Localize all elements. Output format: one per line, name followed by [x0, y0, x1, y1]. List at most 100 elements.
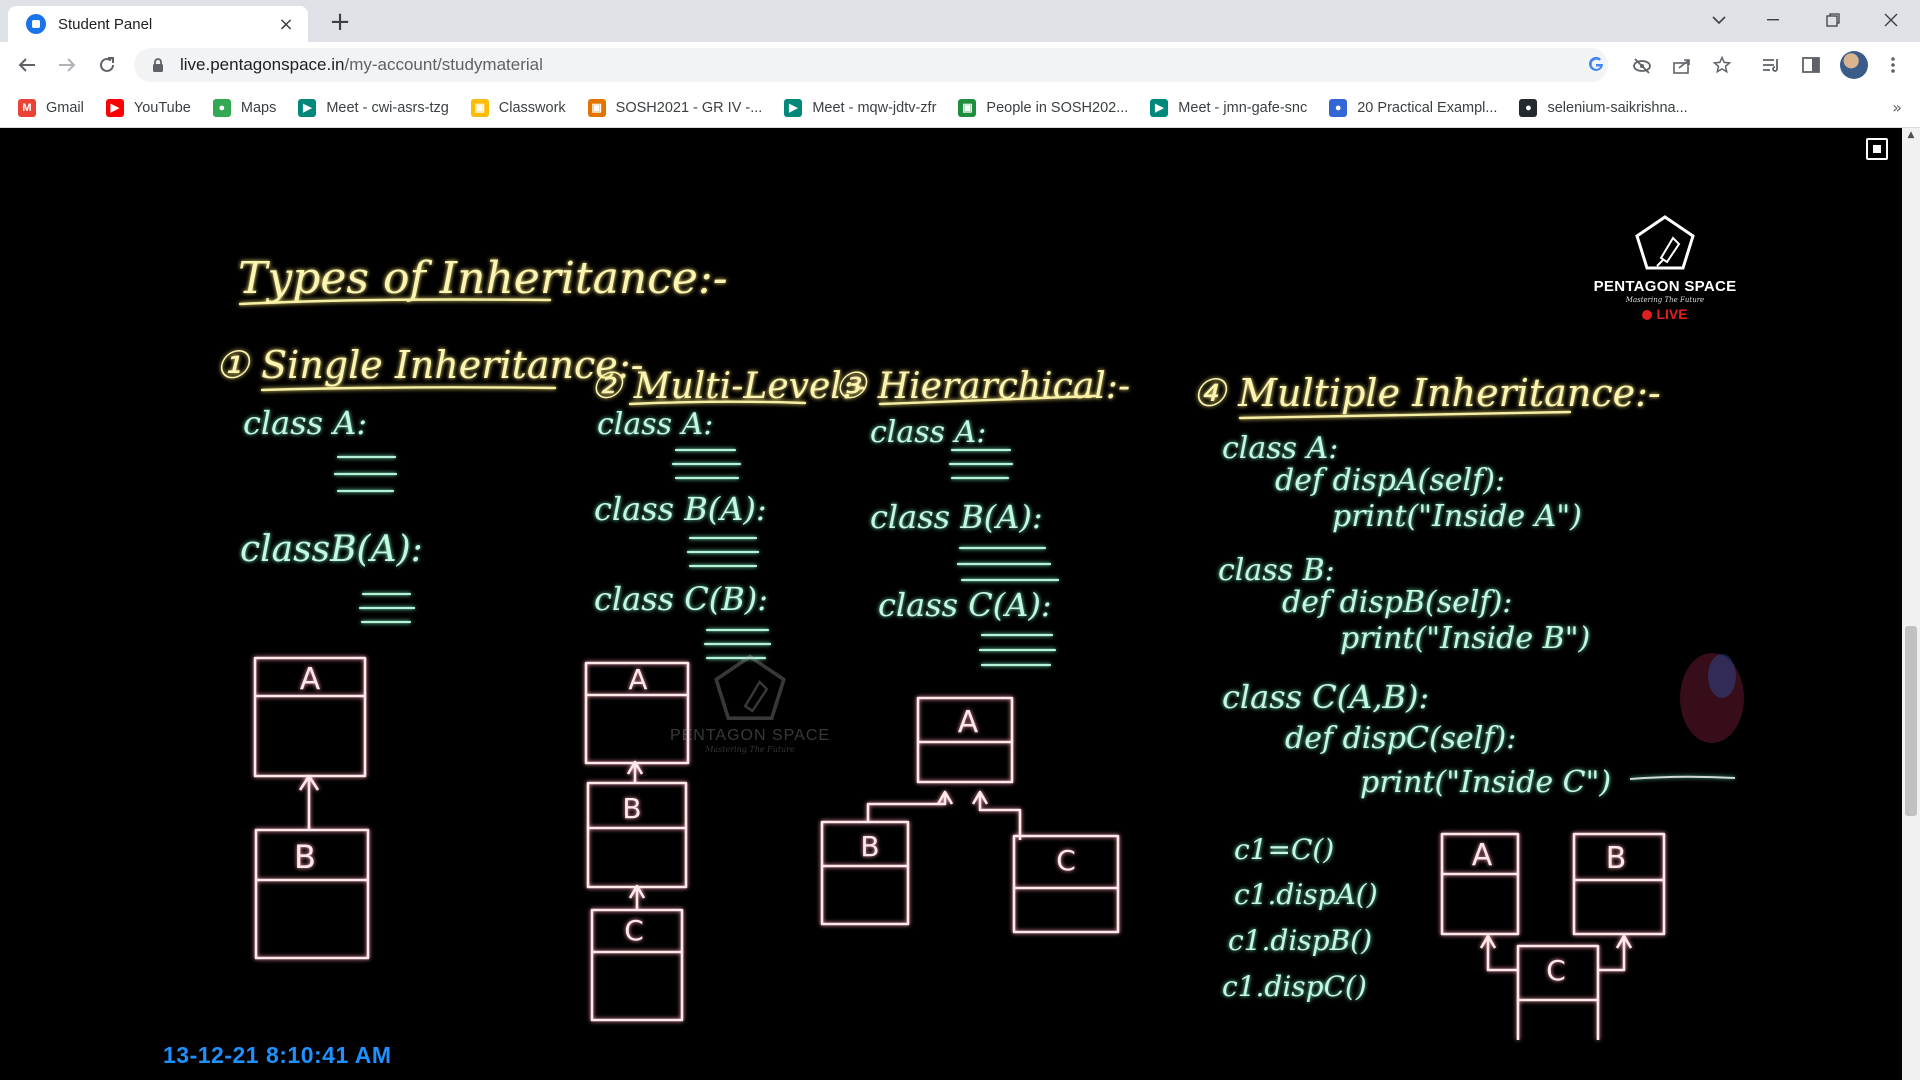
heading-single: ① Single Inheritance:- [215, 343, 643, 387]
code-multiple-line-9: print("Inside C") [1360, 765, 1611, 800]
address-bar[interactable]: live.pentagonspace.in/my-account/studyma… [134, 48, 1608, 82]
tracking-blocked-icon[interactable] [1632, 56, 1652, 76]
gmail-icon: M [18, 98, 36, 117]
uml-multiple-b-label: B [1606, 841, 1627, 876]
fullscreen-icon[interactable] [1866, 138, 1888, 160]
bookmark-item[interactable]: ▶ YouTube [105, 98, 191, 117]
profile-avatar[interactable] [1840, 51, 1868, 79]
code-single-classB: classB(A): [240, 529, 423, 570]
github-icon: ● [1519, 98, 1538, 117]
uml-hierarchical-a-label: A [958, 705, 979, 740]
tab-title: Student Panel [58, 15, 153, 33]
code-multilevel-classC: class C(B): [594, 580, 768, 618]
tab-student-panel[interactable]: Student Panel × [8, 6, 308, 42]
bookmark-item[interactable]: ▶ Meet - jmn-gafe-snc [1150, 98, 1307, 117]
code-hierarchical-body-b [956, 546, 1060, 582]
code-multilevel-classA: class A: [597, 407, 713, 442]
bookmark-label: selenium-saikrishna... [1547, 99, 1688, 116]
arrow-hierarchical-c [971, 790, 1022, 840]
code-hierarchical-body-c [978, 633, 1057, 667]
url-path: /my-account/studymaterial [344, 55, 543, 74]
google-lens-icon[interactable] [1586, 55, 1606, 75]
call-line-2: c1.dispA() [1234, 878, 1378, 911]
code-multiple-line-7: class C(A,B): [1222, 678, 1429, 716]
bookmark-item[interactable]: ● 20 Practical Exampl... [1329, 98, 1498, 117]
url-host: live.pentagonspace.in [180, 55, 345, 74]
site-icon: ● [1329, 98, 1348, 117]
lock-icon[interactable] [150, 55, 166, 75]
bookmark-label: Meet - cwi-asrs-tzg [326, 99, 449, 116]
scroll-thumb[interactable] [1905, 626, 1917, 816]
heading-multiple: ④ Multiple Inheritance:- [1192, 371, 1661, 415]
pentagon-space-logo: PENTAGON SPACE Mastering The Future LIVE [1585, 214, 1745, 322]
code-multiple-line-1: class A: [1222, 431, 1338, 466]
bookmark-item[interactable]: ● selenium-saikrishna... [1519, 98, 1688, 117]
bookmark-label: People in SOSH202... [986, 99, 1129, 116]
bookmark-item[interactable]: ▣ People in SOSH202... [958, 98, 1129, 117]
code-multiple-line-5: def dispB(self): [1282, 585, 1512, 620]
bookmark-item[interactable]: M Gmail [18, 98, 84, 117]
arrow-hierarchical-b [866, 790, 954, 823]
uml-multilevel-b-label: B [622, 792, 641, 825]
arrow-multilevel-1 [626, 760, 644, 783]
bookmark-label: YouTube [133, 99, 191, 116]
tab-search-icon[interactable] [1696, 4, 1742, 36]
side-panel-icon[interactable] [1800, 54, 1822, 76]
arrow-multiple-b [1598, 934, 1633, 972]
logo-tagline: Mastering The Future [1625, 296, 1705, 304]
code-multiple-line-6: print("Inside B") [1340, 621, 1590, 656]
menu-kebab-icon[interactable] [1882, 54, 1904, 76]
minimize-icon[interactable] [1750, 4, 1796, 36]
video-timestamp: 13-12-21 8:10:41 AM [163, 1042, 392, 1068]
code-multiple-line-2: def dispA(self): [1275, 463, 1505, 498]
watermark-tagline: Mastering The Future [705, 745, 795, 754]
uml-hierarchical-b-label: B [860, 830, 879, 863]
page-scrollbar[interactable]: ▲ [1902, 128, 1920, 1080]
classroom-icon: ▣ [470, 98, 489, 117]
call-line-3: c1.dispB() [1228, 924, 1372, 957]
classroom-icon: ▣ [958, 98, 977, 117]
bookmark-label: 20 Practical Exampl... [1357, 99, 1498, 116]
reload-icon[interactable] [92, 50, 122, 80]
arrow-multiple-a [1479, 934, 1518, 972]
code-multiple-line-8: def dispC(self): [1285, 721, 1516, 756]
new-tab-icon[interactable]: + [326, 8, 354, 36]
uml-multiple-c-label: C [1546, 954, 1566, 987]
maps-icon: ● [212, 98, 231, 117]
code-single-body [333, 455, 398, 493]
restore-icon[interactable] [1810, 4, 1856, 36]
uml-multilevel-a-label: A [628, 663, 647, 696]
call-line-1: c1=C() [1234, 833, 1334, 866]
bookmark-star-icon[interactable] [1712, 55, 1732, 75]
bookmark-item[interactable]: ▶ Meet - cwi-asrs-tzg [298, 98, 449, 117]
live-badge: LIVE [1585, 306, 1745, 322]
code-multilevel-body-a [671, 448, 742, 480]
site-favicon-icon [26, 14, 46, 34]
bookmark-label: Gmail [46, 99, 84, 116]
close-window-icon[interactable] [1868, 4, 1914, 36]
live-label: LIVE [1656, 306, 1688, 322]
bookmark-item[interactable]: ● Maps [212, 98, 276, 117]
pentagon-logo-icon [1635, 215, 1695, 270]
lecture-video[interactable]: Types of Inheritance:- ① Single Inherita… [0, 128, 1902, 1080]
meet-icon: ▶ [784, 98, 803, 117]
forward-icon[interactable] [52, 50, 82, 80]
meet-icon: ▶ [1150, 98, 1169, 117]
tab-close-icon[interactable]: × [276, 14, 296, 35]
uml-single-a-label: A [300, 662, 321, 697]
uml-hierarchical-c-label: C [1056, 844, 1076, 877]
watermark: PENTAGON SPACE Mastering The Future [655, 653, 845, 754]
bookmark-item[interactable]: ▶ Meet - mqw-jdtv-zfr [784, 98, 936, 117]
bookmarks-overflow-icon[interactable]: » [1892, 98, 1902, 117]
uml-multilevel-c-label: C [624, 914, 644, 947]
bookmark-item[interactable]: ▣ SOSH2021 - GR IV -... [587, 98, 763, 117]
bookmark-label: SOSH2021 - GR IV -... [615, 99, 763, 116]
share-icon[interactable] [1672, 56, 1692, 76]
scroll-up-icon[interactable]: ▲ [1902, 130, 1920, 144]
back-icon[interactable] [12, 50, 42, 80]
reading-list-icon[interactable] [1760, 54, 1782, 76]
uml-multiple-c-sides [1516, 1000, 1600, 1040]
arrow-multilevel-2 [628, 884, 646, 910]
bookmark-item[interactable]: ▣ Classwork [470, 98, 566, 117]
tab-strip: Student Panel × + [0, 0, 1920, 42]
